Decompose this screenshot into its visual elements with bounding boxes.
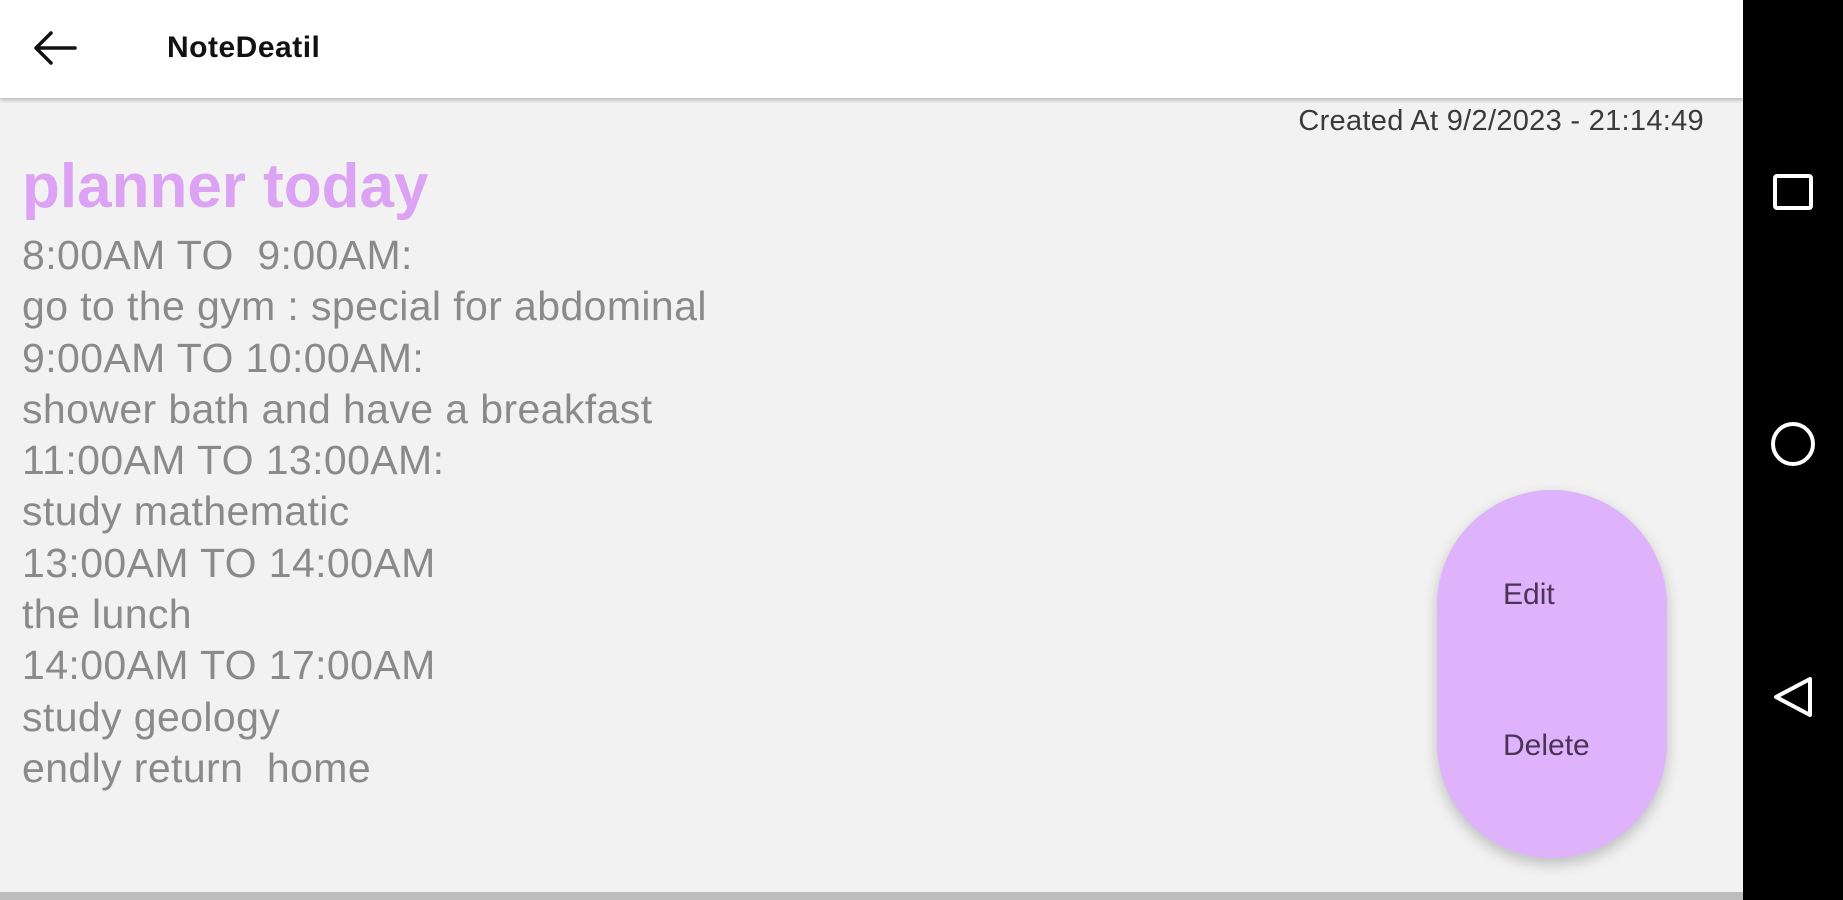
page-title: NoteDeatil	[167, 31, 321, 64]
created-at-timestamp: Created At 9/2/2023 - 21:14:49	[1298, 105, 1704, 137]
delete-button[interactable]: Delete	[1437, 711, 1667, 781]
triangle-back-icon	[1774, 677, 1812, 717]
recents-button[interactable]	[1763, 162, 1823, 222]
circle-home-icon	[1771, 422, 1815, 466]
app-bar: NoteDeatil	[0, 0, 1743, 98]
action-menu	[1437, 490, 1667, 858]
note-line: go to the gym : special for abdominal	[22, 283, 707, 330]
note-line: study mathematic	[22, 488, 350, 535]
note-line: 8:00AM TO 9:00AM:	[22, 232, 413, 278]
note-detail-screen: NoteDeatil Created At 9/2/2023 - 21:14:4…	[0, 0, 1743, 900]
back-button[interactable]	[22, 20, 88, 76]
note-line: 9:00AM TO 10:00AM:	[22, 334, 425, 381]
edit-button[interactable]: Edit	[1437, 560, 1667, 630]
note-line: study geology	[22, 693, 281, 740]
note-body: 8:00AM TO 9:00AM: go to the gym : specia…	[22, 230, 707, 794]
note-line: shower bath and have a breakfast	[22, 385, 653, 432]
home-button[interactable]	[1763, 414, 1823, 474]
arrow-left-icon	[34, 31, 77, 65]
note-line: 14:00AM TO 17:00AM	[22, 642, 436, 689]
system-back-button[interactable]	[1763, 667, 1823, 727]
note-line: the lunch	[22, 591, 193, 638]
square-recents-icon	[1773, 174, 1813, 210]
bottom-divider	[0, 892, 1743, 900]
note-line: endly return home	[22, 744, 372, 791]
note-title: planner today	[22, 152, 429, 221]
note-line: 13:00AM TO 14:00AM	[22, 539, 436, 586]
system-nav-bar	[1743, 0, 1843, 900]
note-line: 11:00AM TO 13:00AM:	[22, 437, 445, 484]
